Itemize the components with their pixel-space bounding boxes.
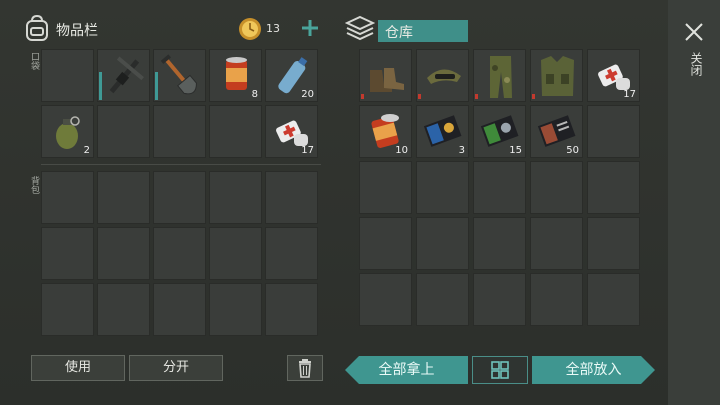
pocket-slot-7[interactable] <box>97 105 150 158</box>
pocket-slot-1[interactable] <box>41 49 94 102</box>
pocket-slot-2[interactable] <box>97 49 150 102</box>
storage-slot-8[interactable]: 15 <box>473 105 526 158</box>
backpack-slot[interactable] <box>209 227 262 280</box>
durability-mark <box>418 94 421 99</box>
storage-slot-4[interactable] <box>530 49 583 102</box>
cap-icon <box>427 69 461 84</box>
storage-slot[interactable] <box>473 217 526 270</box>
trash-icon <box>299 359 311 378</box>
durability-mark <box>361 94 364 99</box>
pocket-slot-8[interactable] <box>153 105 206 158</box>
backpack-slot[interactable] <box>265 283 318 336</box>
backpack-slot[interactable] <box>153 283 206 336</box>
item-count: 3 <box>458 145 465 156</box>
backpack-slot[interactable] <box>265 171 318 224</box>
storage-slot[interactable] <box>587 217 640 270</box>
durability-mark <box>475 94 478 99</box>
pocket-label: 口袋 <box>29 52 39 70</box>
item-count: 17 <box>301 145 314 156</box>
storage-slot-6[interactable]: 10 <box>359 105 412 158</box>
item-count: 8 <box>251 89 258 100</box>
storage-slot[interactable] <box>530 273 583 326</box>
pocket-slot-9[interactable] <box>209 105 262 158</box>
pocket-slot-4[interactable]: 8 <box>209 49 262 102</box>
coin-icon <box>238 17 262 41</box>
durability-mark <box>532 94 535 99</box>
split-button[interactable]: 分开 <box>129 355 223 381</box>
coin-count: 13 <box>266 22 280 35</box>
close-button[interactable]: 关闭 <box>680 18 710 88</box>
storage-slot-3[interactable] <box>473 49 526 102</box>
storage-slot[interactable] <box>359 161 412 214</box>
backpack-slot[interactable] <box>153 171 206 224</box>
add-coins-button[interactable] <box>300 18 320 38</box>
storage-slot[interactable] <box>359 217 412 270</box>
storage-slot-10[interactable] <box>587 105 640 158</box>
plus-icon <box>302 20 318 36</box>
item-count: 20 <box>301 89 314 100</box>
backpack-slot[interactable] <box>209 171 262 224</box>
crossbow-icon <box>109 56 144 94</box>
storage-slot-2[interactable] <box>416 49 469 102</box>
section-divider <box>41 164 321 165</box>
pocket-slot-10[interactable]: 17 <box>265 105 318 158</box>
backpack-slot[interactable] <box>97 283 150 336</box>
item-count: 10 <box>395 145 408 156</box>
storage-icon <box>345 15 375 43</box>
pocket-slot-5[interactable]: 20 <box>265 49 318 102</box>
backpack-slot[interactable] <box>153 227 206 280</box>
backpack-slot[interactable] <box>97 227 150 280</box>
take-all-button[interactable]: 全部拿上 <box>345 356 468 384</box>
storage-title: 仓库 <box>385 25 413 41</box>
storage-slot-5[interactable]: 17 <box>587 49 640 102</box>
put-all-label: 全部放入 <box>565 362 622 378</box>
grid-view-button[interactable] <box>472 356 528 384</box>
backpack-slot[interactable] <box>41 227 94 280</box>
trash-button[interactable] <box>287 355 323 381</box>
backpack-slot[interactable] <box>265 227 318 280</box>
storage-slot[interactable] <box>530 161 583 214</box>
storage-slot-7[interactable]: 3 <box>416 105 469 158</box>
close-icon <box>685 23 703 41</box>
put-all-button[interactable]: 全部放入 <box>532 356 655 384</box>
backpack-slot[interactable] <box>41 283 94 336</box>
durability-bar <box>99 72 102 100</box>
boots-icon <box>370 68 404 92</box>
storage-slot[interactable] <box>416 161 469 214</box>
storage-slot[interactable] <box>416 273 469 326</box>
camo-vest-icon <box>541 56 574 96</box>
storage-slot[interactable] <box>473 273 526 326</box>
backpack-icon <box>24 14 50 42</box>
close-label: 关闭 <box>689 52 703 76</box>
camo-pants-icon <box>490 56 512 98</box>
pocket-slot-6[interactable]: 2 <box>41 105 94 158</box>
grid-icon <box>491 361 509 379</box>
pocket-slot-3[interactable] <box>153 49 206 102</box>
backpack-slot[interactable] <box>41 171 94 224</box>
inventory-title: 物品栏 <box>56 23 98 39</box>
backpack-slot[interactable] <box>97 171 150 224</box>
item-count: 50 <box>566 145 579 156</box>
storage-slot[interactable] <box>416 217 469 270</box>
item-count: 2 <box>83 145 90 156</box>
item-count: 17 <box>623 89 636 100</box>
item-count: 15 <box>509 145 522 156</box>
take-all-label: 全部拿上 <box>378 362 435 378</box>
storage-slot[interactable] <box>587 161 640 214</box>
durability-bar <box>155 72 158 100</box>
shovel-icon <box>160 54 197 95</box>
backpack-slot[interactable] <box>209 283 262 336</box>
backpack-label: 背包 <box>29 176 39 194</box>
storage-slot-1[interactable] <box>359 49 412 102</box>
storage-slot[interactable] <box>473 161 526 214</box>
storage-slot-9[interactable]: 50 <box>530 105 583 158</box>
use-button[interactable]: 使用 <box>31 355 125 381</box>
storage-slot[interactable] <box>587 273 640 326</box>
storage-slot[interactable] <box>530 217 583 270</box>
storage-slot[interactable] <box>359 273 412 326</box>
